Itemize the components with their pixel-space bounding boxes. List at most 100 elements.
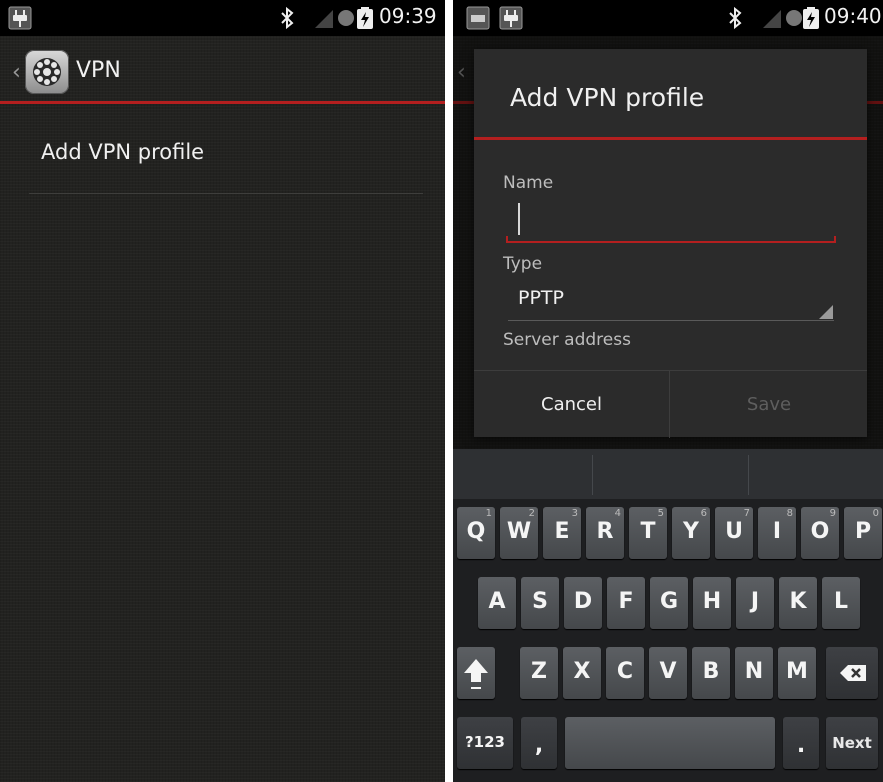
gear-icon <box>33 58 61 86</box>
key-label: Z <box>531 659 547 684</box>
key-j[interactable]: J <box>736 577 774 629</box>
backspace-icon <box>840 665 866 681</box>
key-label: K <box>789 589 807 614</box>
vpn-settings-screen: 09:39 ‹ VPN Add VPN profile <box>0 0 445 782</box>
key-l[interactable]: L <box>822 577 860 629</box>
dialog-title: Add VPN profile <box>510 83 705 112</box>
key-label: B <box>702 659 720 684</box>
save-button[interactable]: Save <box>671 371 867 438</box>
key-number-hint: 8 <box>786 508 793 519</box>
key-label: D <box>573 589 593 614</box>
key-c[interactable]: C <box>606 647 644 699</box>
key-label: H <box>702 589 722 614</box>
type-select-value: PPTP <box>518 287 564 309</box>
key-label: X <box>573 659 591 684</box>
action-bar: ‹ VPN <box>0 36 445 104</box>
key-number-hint: 2 <box>528 508 535 519</box>
key-m[interactable]: M <box>778 647 816 699</box>
key-r[interactable]: R4 <box>586 507 624 559</box>
key-number-hint: 0 <box>872 508 879 519</box>
key-y[interactable]: Y6 <box>672 507 710 559</box>
accent-divider <box>0 101 445 104</box>
key-label: G <box>659 589 679 614</box>
dialog-button-bar: Cancel Save <box>474 370 867 438</box>
key-t[interactable]: T5 <box>629 507 667 559</box>
usb-plug-icon <box>8 6 32 30</box>
clock: 09:40 <box>824 4 882 28</box>
backspace-key[interactable] <box>826 647 878 699</box>
shift-key[interactable] <box>457 647 495 699</box>
suggestion-strip <box>453 449 883 499</box>
battery-charging-icon <box>803 7 819 29</box>
suggestion-separator <box>748 455 749 495</box>
add-vpn-profile-item[interactable]: Add VPN profile <box>29 106 423 194</box>
key-label: U <box>725 519 743 544</box>
input-underline-tick <box>834 236 836 243</box>
name-label: Name <box>503 173 554 193</box>
key-label: A <box>488 589 506 614</box>
input-underline-tick <box>506 236 508 243</box>
key-o[interactable]: O9 <box>801 507 839 559</box>
bluetooth-icon <box>281 6 294 30</box>
bluetooth-icon <box>729 6 742 30</box>
key-f[interactable]: F <box>607 577 645 629</box>
key-label: C <box>616 659 634 684</box>
key-s[interactable]: S <box>521 577 559 629</box>
next-key[interactable]: Next <box>826 717 878 769</box>
name-input[interactable] <box>506 199 836 243</box>
key-n[interactable]: N <box>735 647 773 699</box>
page-title: VPN <box>76 58 121 83</box>
key-u[interactable]: U7 <box>715 507 753 559</box>
key-b[interactable]: B <box>692 647 730 699</box>
comma-key[interactable]: , <box>521 717 557 769</box>
add-vpn-dialog-screen: 09:40 ‹ Add VPN profile Name Type PPTP S… <box>453 0 883 782</box>
cancel-button[interactable]: Cancel <box>474 371 670 438</box>
key-label: L <box>833 589 849 614</box>
key-label: Y <box>683 519 699 544</box>
key-x[interactable]: X <box>563 647 601 699</box>
soft-keyboard: ?123 , . Next Q1W2E3R4T5Y6U7I8O9P0ASDFGH… <box>453 499 883 782</box>
key-w[interactable]: W2 <box>500 507 538 559</box>
key-label: N <box>744 659 764 684</box>
status-bar: 09:40 <box>453 0 883 36</box>
input-underline <box>506 241 836 243</box>
key-h[interactable]: H <box>693 577 731 629</box>
key-k[interactable]: K <box>779 577 817 629</box>
key-label: E <box>554 519 570 544</box>
key-number-hint: 6 <box>700 508 707 519</box>
key-label: V <box>659 659 677 684</box>
keyboard-icon <box>466 6 490 30</box>
key-a[interactable]: A <box>478 577 516 629</box>
type-select[interactable]: PPTP <box>508 283 834 321</box>
dropdown-corner-icon <box>819 305 833 319</box>
add-vpn-profile-dialog: Add VPN profile Name Type PPTP Server ad… <box>474 49 867 438</box>
key-label: S <box>532 589 548 614</box>
key-label: M <box>786 659 808 684</box>
key-number-hint: 9 <box>829 508 836 519</box>
key-number-hint: 7 <box>743 508 750 519</box>
back-caret-icon[interactable]: ‹ <box>12 60 21 85</box>
key-z[interactable]: Z <box>520 647 558 699</box>
key-number-hint: 1 <box>485 508 492 519</box>
key-i[interactable]: I8 <box>758 507 796 559</box>
type-label: Type <box>503 254 543 274</box>
key-d[interactable]: D <box>564 577 602 629</box>
key-e[interactable]: E3 <box>543 507 581 559</box>
key-v[interactable]: V <box>649 647 687 699</box>
space-key[interactable] <box>565 717 775 769</box>
key-p[interactable]: P0 <box>844 507 882 559</box>
period-key[interactable]: . <box>783 717 819 769</box>
server-address-label: Server address <box>503 330 631 350</box>
key-label: T <box>640 519 656 544</box>
key-label: W <box>506 519 532 544</box>
key-label: J <box>750 589 760 614</box>
key-label: O <box>810 519 830 544</box>
settings-gear-app-icon[interactable] <box>25 50 69 94</box>
dialog-title-divider <box>474 137 867 140</box>
key-label: Q <box>466 519 486 544</box>
key-g[interactable]: G <box>650 577 688 629</box>
key-q[interactable]: Q1 <box>457 507 495 559</box>
symbols-key[interactable]: ?123 <box>457 717 513 769</box>
key-label: R <box>596 519 614 544</box>
key-number-hint: 4 <box>614 508 621 519</box>
